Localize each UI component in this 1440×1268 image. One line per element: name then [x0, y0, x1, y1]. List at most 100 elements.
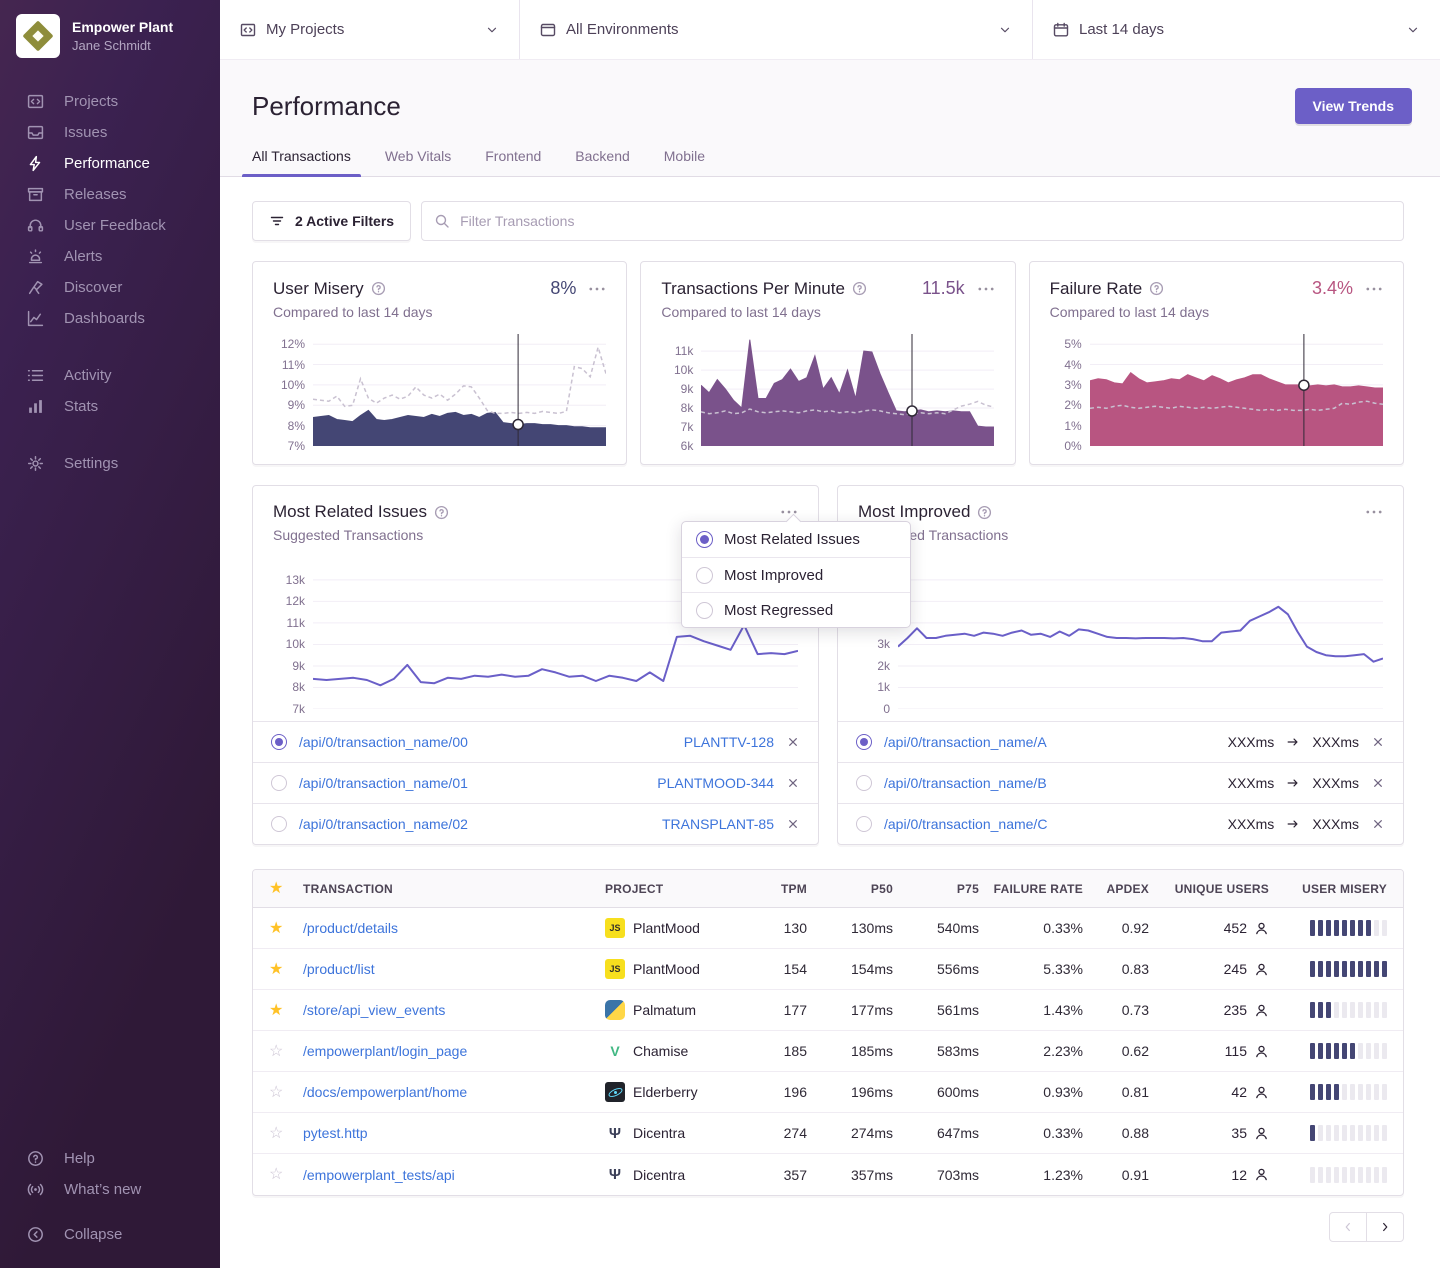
chevron-down-icon [1406, 23, 1420, 37]
project-filter[interactable]: My Projects [220, 0, 520, 59]
ellipsis-icon[interactable] [1365, 503, 1383, 521]
ellipsis-icon[interactable] [1365, 280, 1383, 298]
help-circle-icon[interactable] [852, 281, 867, 296]
next-page-button[interactable] [1366, 1212, 1404, 1242]
tab-mobile[interactable]: Mobile [664, 148, 705, 176]
sidebar-item-whats-new[interactable]: What’s new [0, 1174, 220, 1205]
help-circle-icon[interactable] [977, 505, 992, 520]
column-header-p75[interactable]: P75 [899, 882, 985, 896]
issue-link[interactable]: PLANTMOOD-344 [657, 775, 774, 791]
transaction-link[interactable]: pytest.http [303, 1125, 368, 1141]
unique-users-value: 115 [1225, 1043, 1247, 1059]
tpm-value: 130 [749, 920, 813, 936]
previous-page-button[interactable] [1329, 1212, 1367, 1242]
transaction-link[interactable]: /api/0/transaction_name/01 [299, 775, 468, 791]
sidebar-item-help[interactable]: Help [0, 1143, 220, 1174]
radio-button[interactable] [856, 775, 872, 791]
sidebar-item-performance[interactable]: Performance [0, 148, 220, 179]
org-switcher[interactable]: Empower Plant Jane Schmidt [0, 0, 220, 58]
menu-option-most-improved[interactable]: Most Improved [682, 557, 910, 592]
tpm-value: 185 [749, 1043, 813, 1059]
issue-link[interactable]: PLANTTV-128 [684, 734, 774, 750]
close-icon[interactable] [786, 776, 800, 790]
sidebar-item-projects[interactable]: Projects [0, 86, 220, 117]
transaction-link[interactable]: /empowerplant/login_page [303, 1043, 467, 1059]
column-header-unique-users[interactable]: UNIQUE USERS [1155, 882, 1275, 896]
star-icon[interactable] [269, 880, 283, 897]
tab-all-transactions[interactable]: All Transactions [252, 148, 351, 176]
date-range-filter[interactable]: Last 14 days [1033, 0, 1440, 59]
ellipsis-icon[interactable] [977, 280, 995, 298]
tab-backend[interactable]: Backend [575, 148, 629, 176]
sidebar-item-dashboards[interactable]: Dashboards [0, 303, 220, 334]
help-circle-icon[interactable] [1149, 281, 1164, 296]
view-trends-button[interactable]: View Trends [1295, 88, 1412, 124]
column-header-user-misery[interactable]: USER MISERY [1275, 882, 1403, 896]
star-toggle[interactable] [269, 920, 283, 937]
transaction-link[interactable]: /api/0/transaction_name/02 [299, 816, 468, 832]
help-circle-icon[interactable] [371, 281, 386, 296]
star-toggle[interactable] [269, 1043, 283, 1060]
metric-card-subtitle: Compared to last 14 days [1050, 304, 1383, 320]
transaction-link[interactable]: /api/0/transaction_name/A [884, 734, 1047, 750]
tab-frontend[interactable]: Frontend [485, 148, 541, 176]
table-row: /store/api_view_events Palmatum 177 177m… [253, 990, 1403, 1031]
sidebar-item-user-feedback[interactable]: User Feedback [0, 210, 220, 241]
radio-button[interactable] [271, 734, 287, 750]
star-toggle[interactable] [269, 1084, 283, 1101]
column-header-tpm[interactable]: TPM [749, 882, 813, 896]
issue-link[interactable]: TRANSPLANT-85 [662, 816, 774, 832]
tab-web-vitals[interactable]: Web Vitals [385, 148, 451, 176]
star-toggle[interactable] [269, 1166, 283, 1183]
metric-card: Failure Rate 3.4% Compared to last 14 da… [1029, 261, 1404, 465]
transaction-link[interactable]: /product/list [303, 961, 375, 977]
ellipsis-icon[interactable] [588, 280, 606, 298]
sidebar-collapse[interactable]: Collapse [0, 1219, 220, 1250]
column-header-project[interactable]: PROJECT [599, 882, 749, 896]
menu-option-most-related-issues[interactable]: Most Related Issues [682, 522, 910, 557]
close-icon[interactable] [1371, 776, 1385, 790]
transaction-link[interactable]: /api/0/transaction_name/00 [299, 734, 468, 750]
star-toggle[interactable] [269, 1125, 283, 1142]
help-circle-icon[interactable] [434, 505, 449, 520]
column-header-failure-rate[interactable]: FAILURE RATE [985, 882, 1089, 896]
close-icon[interactable] [1371, 817, 1385, 831]
environment-filter[interactable]: All Environments [520, 0, 1033, 59]
radio-button[interactable] [271, 775, 287, 791]
radio-button[interactable] [271, 816, 287, 832]
menu-options: Most Related Issues Most Improved Most R… [682, 522, 910, 627]
user-name: Jane Schmidt [72, 38, 173, 53]
sidebar-item-issues[interactable]: Issues [0, 117, 220, 148]
sidebar-item-discover[interactable]: Discover [0, 272, 220, 303]
transaction-link[interactable]: /store/api_view_events [303, 1002, 445, 1018]
close-icon[interactable] [786, 817, 800, 831]
transaction-link[interactable]: /product/details [303, 920, 398, 936]
metric-card-title: User Misery [273, 279, 364, 299]
sidebar-item-stats[interactable]: Stats [0, 391, 220, 422]
radio-button[interactable] [696, 602, 713, 619]
close-icon[interactable] [1371, 735, 1385, 749]
p75-value: 540ms [899, 920, 985, 936]
menu-option-most-regressed[interactable]: Most Regressed [682, 592, 910, 627]
star-toggle[interactable] [269, 1002, 283, 1019]
sidebar-item-alerts[interactable]: Alerts [0, 241, 220, 272]
transaction-link[interactable]: /api/0/transaction_name/B [884, 775, 1047, 791]
transaction-link[interactable]: /api/0/transaction_name/C [884, 816, 1047, 832]
sidebar-item-settings[interactable]: Settings [0, 448, 220, 479]
transaction-link[interactable]: /empowerplant_tests/api [303, 1167, 455, 1183]
column-header-p50[interactable]: P50 [813, 882, 899, 896]
radio-button[interactable] [856, 734, 872, 750]
column-header-apdex[interactable]: APDEX [1089, 882, 1155, 896]
tabs: All Transactions Web Vitals Frontend Bac… [252, 148, 1412, 176]
star-toggle[interactable] [269, 961, 283, 978]
radio-button[interactable] [856, 816, 872, 832]
column-header-transaction[interactable]: TRANSACTION [297, 882, 599, 896]
close-icon[interactable] [786, 735, 800, 749]
sidebar-item-activity[interactable]: Activity [0, 360, 220, 391]
radio-button[interactable] [696, 567, 713, 584]
sidebar-item-releases[interactable]: Releases [0, 179, 220, 210]
radio-button[interactable] [696, 531, 713, 548]
transaction-link[interactable]: /docs/empowerplant/home [303, 1084, 467, 1100]
search-input[interactable] [460, 213, 1391, 229]
active-filters-button[interactable]: 2 Active Filters [252, 201, 411, 241]
